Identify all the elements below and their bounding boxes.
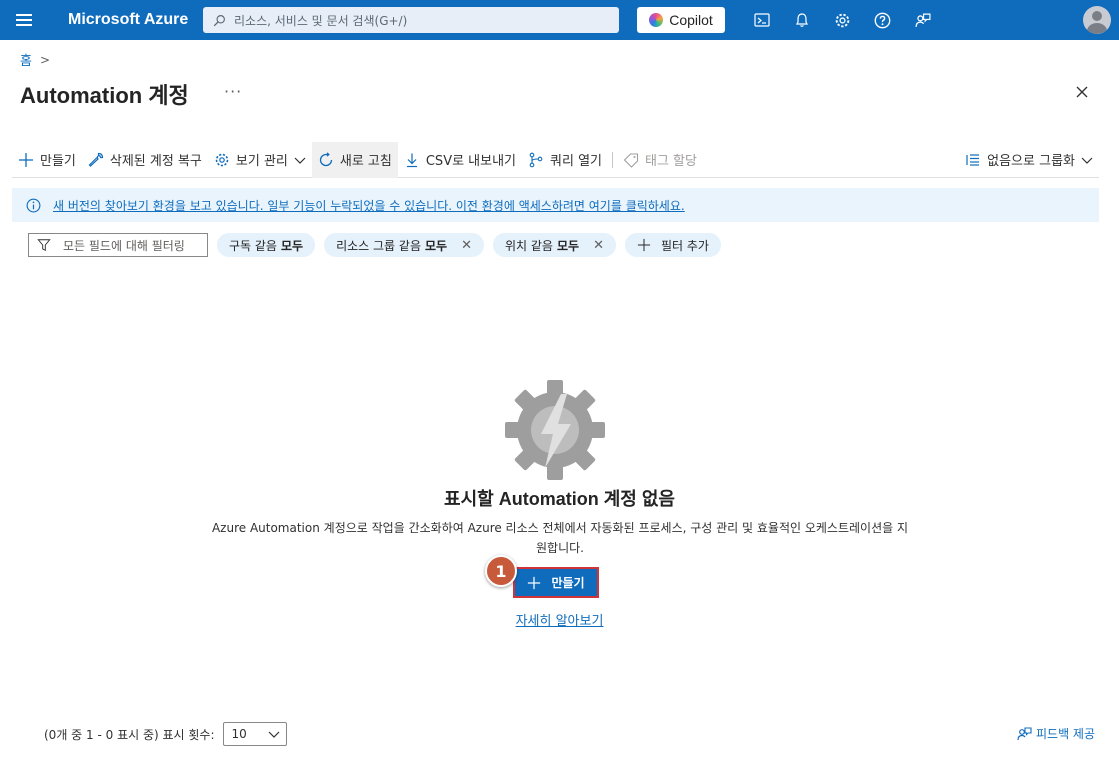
group-by-label: 없음으로 그룹화 [987,154,1075,169]
plus-icon [528,576,541,589]
open-query-command[interactable]: 쿼리 열기 [522,142,608,178]
info-icon [26,198,41,212]
manage-view-label: 보기 관리 [235,154,288,169]
empty-state-description: Azure Automation 계정으로 작업을 간소화하여 Azure 리소… [211,521,909,555]
add-filter-button[interactable]: 필터 추가 [624,233,721,257]
cloud-shell-icon[interactable] [742,0,782,40]
filter-pill-label: 위치 같음 [505,238,553,253]
close-icon[interactable]: ✕ [593,238,604,253]
empty-state-title: 표시할 Automation 계정 없음 [444,489,675,509]
create-button[interactable]: 만들기 [513,567,599,598]
page-size-select[interactable]: 10 [222,722,287,746]
close-icon[interactable]: ✕ [461,238,472,253]
chevron-right-icon: > [39,52,51,67]
automation-gear-icon [505,380,605,480]
refresh-label: 새로 고침 [339,154,392,169]
query-icon [529,152,543,167]
filter-pill-subscription[interactable]: 구독 같음 모두 [217,233,316,257]
open-query-label: 쿼리 열기 [550,154,602,169]
refresh-command[interactable]: 새로 고침 [311,141,398,178]
create-command-label: 만들기 [40,154,76,169]
avatar[interactable] [1083,6,1111,34]
brand-title[interactable]: Microsoft Azure [48,11,203,29]
refresh-icon [319,151,333,166]
info-banner-link[interactable]: 새 버전의 찾아보기 환경을 보고 있습니다. 일부 기능이 누락되었을 수 있… [53,197,685,214]
group-by-command[interactable]: 없음으로 그룹화 [959,142,1099,178]
tag-icon [623,152,639,168]
filter-input[interactable]: 모든 필드에 대해 필터링 [28,233,208,257]
pager-text: (0개 중 1 - 0 표시 중) 표시 횟수: [44,727,215,742]
feedback-link[interactable]: 피드백 제공 [1016,725,1095,742]
feedback-label: 피드백 제공 [1036,727,1096,741]
filter-bar: 모든 필드에 대해 필터링 구독 같음 모두 리소스 그룹 같음 모두 ✕ 위치… [28,233,721,257]
top-icons [742,0,942,40]
command-bar: 만들기 삭제된 계정 복구 보기 관리 새로 고침 CSV로 내보내기 쿼리 열… [12,141,1099,178]
breadcrumb-home[interactable]: 홈 [20,50,32,69]
menu-icon[interactable] [0,0,48,40]
filter-pill-label: 리소스 그룹 같음 [336,238,421,253]
gear-icon [215,153,229,166]
global-search-input[interactable]: 리소스, 서비스 및 문서 검색(G+/) [203,7,619,33]
filter-pill-value: 모두 [425,238,448,253]
more-options-button[interactable]: ··· [224,82,242,101]
learn-more-link[interactable]: 자세히 알아보기 [0,610,1119,629]
manage-view-command[interactable]: 보기 관리 [208,142,312,178]
command-divider [612,151,613,168]
page-size-value: 10 [231,727,247,741]
assign-tags-command[interactable]: 태그 할당 [617,142,703,178]
bell-icon[interactable] [782,0,822,40]
plus-icon [637,238,651,252]
filter-pill-label: 구독 같음 [229,238,277,253]
close-button[interactable] [1072,82,1092,102]
chevron-down-icon [268,731,279,738]
export-csv-label: CSV로 내보내기 [425,154,517,169]
info-banner: 새 버전의 찾아보기 환경을 보고 있습니다. 일부 기능이 누락되었을 수 있… [12,188,1099,222]
create-command[interactable]: 만들기 [12,142,82,178]
step-number-badge: 1 [485,555,517,587]
copilot-button[interactable]: Copilot [637,7,725,33]
copilot-label: Copilot [669,12,713,28]
breadcrumb: 홈 > [20,50,51,70]
top-bar: Microsoft Azure 리소스, 서비스 및 문서 검색(G+/) Co… [0,0,1119,40]
chevron-down-icon [1081,157,1093,164]
wrench-icon [88,152,103,167]
filter-pill-value: 모두 [556,238,580,253]
filter-pill-resource-group[interactable]: 리소스 그룹 같음 모두 ✕ [324,233,484,257]
filter-pill-location[interactable]: 위치 같음 모두 ✕ [493,233,616,257]
assign-tags-label: 태그 할당 [645,154,697,169]
restore-deleted-label: 삭제된 계정 복구 [109,154,202,169]
list-icon [966,153,980,166]
lock-icon [1097,32,1105,34]
feedback-icon[interactable] [902,0,942,40]
export-csv-command[interactable]: CSV로 내보내기 [398,142,522,178]
create-button-label: 만들기 [551,576,585,590]
search-placeholder: 리소스, 서비스 및 문서 검색(G+/) [234,13,408,28]
download-icon [406,153,417,167]
close-icon [1076,86,1088,98]
plus-icon [19,152,33,167]
page-title: Automation 계정 [20,83,189,108]
filter-pill-value: 모두 [280,238,304,253]
gear-icon[interactable] [822,0,862,40]
learn-more-label[interactable]: 자세히 알아보기 [516,614,604,629]
restore-deleted-command[interactable]: 삭제된 계정 복구 [82,142,208,178]
pagination: (0개 중 1 - 0 표시 중) 표시 횟수: 10 [44,722,287,746]
filter-placeholder: 모든 필드에 대해 필터링 [63,238,185,253]
copilot-icon [649,13,664,27]
chevron-down-icon [294,157,306,164]
search-icon [213,14,225,26]
filter-icon [37,239,51,252]
help-icon[interactable] [862,0,902,40]
feedback-icon [1017,726,1032,740]
add-filter-label: 필터 추가 [660,238,709,253]
